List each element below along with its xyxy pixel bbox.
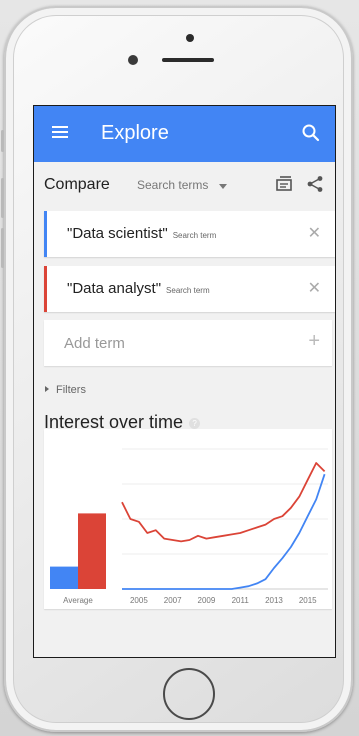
share-icon[interactable]: [306, 175, 324, 193]
x-tick-label: 2013: [265, 596, 283, 605]
filters-toggle[interactable]: Filters: [45, 384, 86, 396]
add-term-field[interactable]: Add term +: [44, 320, 332, 366]
help-icon[interactable]: ?: [189, 418, 201, 429]
average-bar: [50, 566, 78, 589]
side-button: [1, 178, 4, 218]
proximity-sensor: [128, 55, 138, 65]
home-button[interactable]: [163, 668, 215, 720]
chevron-right-icon: [45, 386, 49, 392]
x-tick-label: 2009: [198, 596, 216, 605]
x-tick-label: 2015: [299, 596, 317, 605]
chevron-down-icon[interactable]: [219, 184, 227, 189]
compare-title: Compare: [44, 176, 110, 193]
search-terms-dropdown[interactable]: Search terms: [137, 178, 208, 192]
side-button: [1, 130, 4, 152]
interest-chart: Average 2005 2007 2009 2011 2013 2015: [44, 429, 332, 609]
close-icon[interactable]: ✕: [308, 223, 321, 243]
phone-frame: Explore Compare Search terms "Data scien…: [1, 6, 353, 732]
hamburger-menu-icon[interactable]: [52, 126, 68, 138]
page-title: Explore: [101, 122, 169, 144]
search-term-card[interactable]: "Data scientist" Search term ✕: [44, 211, 335, 257]
series-line: [121, 462, 326, 543]
app-screen: Explore Compare Search terms "Data scien…: [33, 105, 336, 658]
average-label: Average: [63, 596, 93, 605]
earpiece-speaker: [162, 58, 214, 62]
search-term-card[interactable]: "Data analyst" Search term ✕: [44, 266, 335, 312]
term-label: "Data scientist" Search term: [67, 225, 217, 242]
device-mockup: Explore Compare Search terms "Data scien…: [0, 0, 359, 736]
embed-icon[interactable]: [274, 174, 294, 194]
x-tick-label: 2007: [164, 596, 182, 605]
add-term-label: Add term: [64, 335, 125, 352]
search-icon[interactable]: [301, 123, 321, 143]
x-tick-label: 2005: [130, 596, 148, 605]
plus-icon[interactable]: +: [308, 330, 320, 353]
x-tick-label: 2011: [232, 596, 250, 605]
term-label: "Data analyst" Search term: [67, 280, 210, 297]
compare-header: Compare Search terms: [34, 162, 335, 210]
close-icon[interactable]: ✕: [308, 278, 321, 298]
front-camera: [186, 34, 194, 42]
average-bar: [78, 513, 106, 589]
chart-svg: Average 2005 2007 2009 2011 2013 2015: [50, 448, 328, 605]
app-bar: Explore: [34, 106, 335, 162]
side-button: [1, 228, 4, 268]
